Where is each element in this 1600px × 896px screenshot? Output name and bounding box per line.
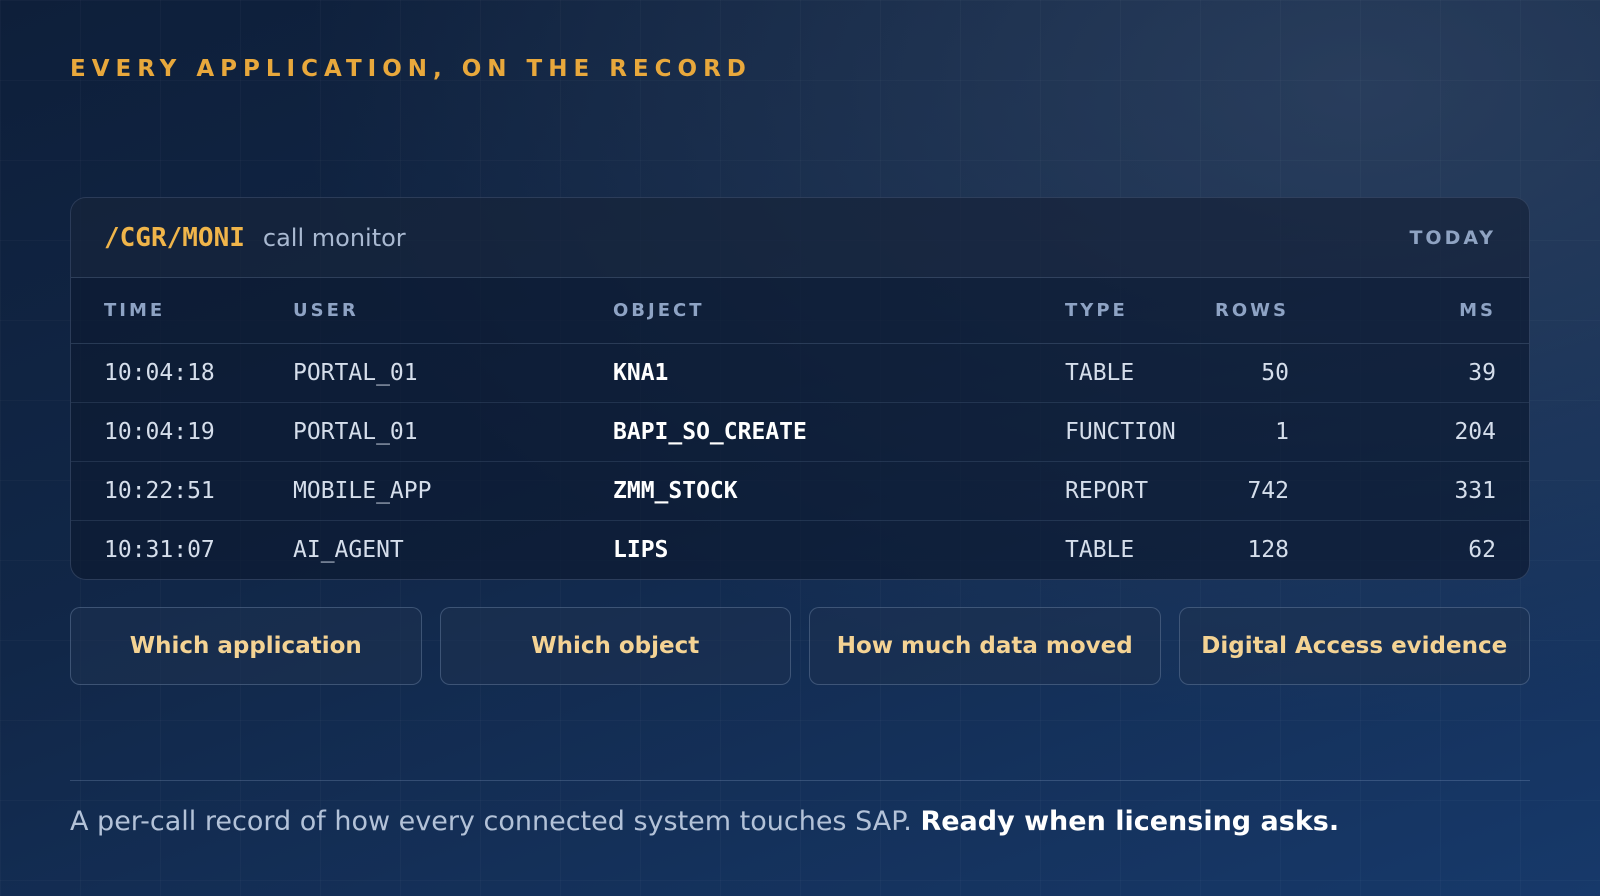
table-row[interactable]: 10:22:51 MOBILE_APP ZMM_STOCK REPORT 742… <box>71 461 1529 521</box>
cell-rows: 742 <box>1215 461 1289 521</box>
panel-title: call monitor <box>262 223 406 252</box>
cell-time: 10:04:19 <box>71 402 293 462</box>
footer-statement: A per-call record of how every connected… <box>70 806 1339 837</box>
cell-rows: 50 <box>1215 343 1289 403</box>
panel-header: /CGR/MONI call monitor TODAY <box>71 198 1529 278</box>
cell-object: ZMM_STOCK <box>613 461 1065 521</box>
table-row[interactable]: 10:04:19 PORTAL_01 BAPI_SO_CREATE FUNCTI… <box>71 402 1529 462</box>
cell-type: TABLE <box>1065 343 1215 403</box>
cell-ms: 204 <box>1288 402 1529 462</box>
divider <box>70 780 1530 781</box>
question-pills: Which application Which object How much … <box>70 607 1530 685</box>
cell-user: AI_AGENT <box>293 536 404 563</box>
call-monitor-panel: /CGR/MONI call monitor TODAY TIME USER O… <box>70 197 1530 580</box>
table-row[interactable]: 10:31:07 AI_AGENT LIPS TABLE 128 62 <box>71 520 1529 579</box>
footer-text: A per-call record of how every connected… <box>70 806 912 837</box>
transaction-code: /CGR/MONI <box>104 222 245 253</box>
cell-type: REPORT <box>1065 461 1215 521</box>
column-header-object[interactable]: OBJECT <box>613 278 1065 344</box>
cell-rows: 1 <box>1215 402 1289 462</box>
cell-object: LIPS <box>613 536 669 563</box>
cell-ms: 39 <box>1288 343 1529 403</box>
column-header-user[interactable]: USER <box>293 278 613 344</box>
pill-which-object[interactable]: Which object <box>439 607 791 685</box>
column-header-time[interactable]: TIME <box>71 278 293 344</box>
pill-data-moved[interactable]: How much data moved <box>809 607 1161 685</box>
cell-object: BAPI_SO_CREATE <box>613 402 1065 462</box>
footer-emphasis: Ready when licensing asks. <box>920 806 1340 837</box>
cell-type: TABLE <box>1065 536 1135 563</box>
column-header-ms[interactable]: MS <box>1288 278 1529 344</box>
call-log-table: TIME USER OBJECT TYPE ROWS MS 10:04:18 P… <box>71 278 1529 579</box>
cell-user: PORTAL_01 <box>293 343 613 403</box>
column-header-type[interactable]: TYPE <box>1065 278 1215 344</box>
table-header-row: TIME USER OBJECT TYPE ROWS MS <box>71 278 1529 344</box>
period-label: TODAY <box>1409 226 1496 249</box>
cell-time: 10:31:07 <box>104 536 215 563</box>
cell-type: FUNCTION <box>1065 402 1215 462</box>
cell-user: PORTAL_01 <box>293 402 613 462</box>
table-row[interactable]: 10:04:18 PORTAL_01 KNA1 TABLE 50 39 <box>71 343 1529 403</box>
cell-time: 10:04:18 <box>71 343 293 403</box>
cell-user: MOBILE_APP <box>293 461 613 521</box>
cell-object: KNA1 <box>613 343 1065 403</box>
column-header-rows[interactable]: ROWS <box>1215 278 1289 344</box>
cell-time: 10:22:51 <box>71 461 293 521</box>
section-eyebrow: EVERY APPLICATION, ON THE RECORD <box>70 56 752 82</box>
cell-ms: 62 <box>1468 536 1496 563</box>
cell-rows: 128 <box>1247 536 1289 563</box>
pill-digital-access-evidence[interactable]: Digital Access evidence <box>1178 607 1530 685</box>
cell-ms: 331 <box>1288 461 1529 521</box>
pill-which-application[interactable]: Which application <box>70 607 422 685</box>
